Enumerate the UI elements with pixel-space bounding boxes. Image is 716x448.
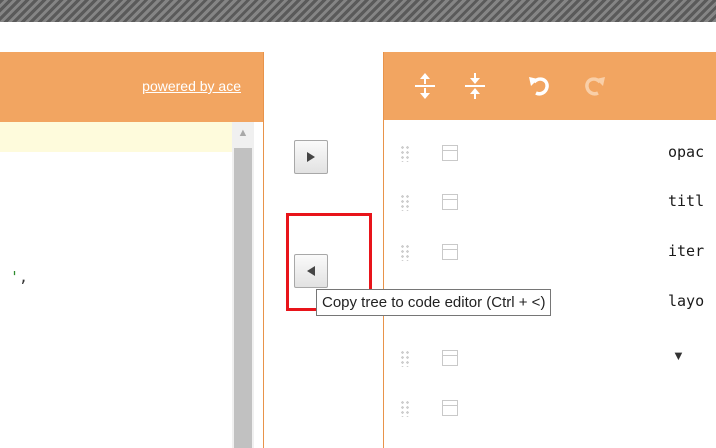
context-menu-icon[interactable] bbox=[442, 145, 458, 161]
context-menu-icon[interactable] bbox=[442, 194, 458, 210]
play-right-icon bbox=[307, 152, 315, 162]
tree-field-name[interactable]: titl bbox=[668, 192, 704, 210]
code-line-fragment: ', bbox=[10, 268, 28, 286]
redo-icon[interactable] bbox=[582, 70, 608, 102]
tree-editor-panel: opac titl iter layo ▼ bbox=[383, 52, 716, 448]
code-editor-body[interactable]: ', ▲ bbox=[0, 122, 264, 448]
undo-icon[interactable] bbox=[526, 70, 552, 102]
copy-code-to-tree-button[interactable] bbox=[294, 140, 328, 174]
context-menu-icon[interactable] bbox=[442, 350, 458, 366]
tree-row[interactable]: opac bbox=[384, 127, 716, 179]
drag-handle-icon[interactable] bbox=[400, 194, 410, 211]
expand-all-icon[interactable] bbox=[412, 70, 438, 102]
play-left-icon bbox=[307, 266, 315, 276]
code-editor-panel: powered by ace ', ▲ bbox=[0, 52, 264, 448]
editor-scrollbar-thumb[interactable] bbox=[234, 148, 252, 448]
powered-by-ace-link[interactable]: powered by ace bbox=[142, 78, 241, 94]
tree-field-name[interactable]: opac bbox=[668, 143, 704, 161]
drag-handle-icon[interactable] bbox=[400, 145, 410, 162]
context-menu-icon[interactable] bbox=[442, 400, 458, 416]
code-comma: , bbox=[19, 268, 29, 286]
tree-field-name[interactable]: layo bbox=[668, 292, 704, 310]
scroll-up-arrow-icon[interactable]: ▲ bbox=[232, 122, 254, 144]
tree-row[interactable]: titl bbox=[384, 176, 716, 228]
copy-tree-to-code-button[interactable] bbox=[294, 254, 328, 288]
tree-field-name[interactable]: iter bbox=[668, 242, 704, 260]
copy-tree-tooltip: Copy tree to code editor (Ctrl + <) bbox=[316, 289, 552, 316]
collapse-all-icon[interactable] bbox=[462, 70, 488, 102]
tree-row[interactable] bbox=[384, 382, 716, 434]
tree-row[interactable]: iter bbox=[384, 226, 716, 278]
drag-handle-icon[interactable] bbox=[400, 244, 410, 261]
context-menu-icon[interactable] bbox=[442, 244, 458, 260]
code-string-quote: ' bbox=[10, 268, 20, 286]
drag-handle-icon[interactable] bbox=[400, 350, 410, 367]
drag-handle-icon[interactable] bbox=[400, 400, 410, 417]
active-line-highlight bbox=[0, 122, 232, 152]
expand-toggle-icon[interactable]: ▼ bbox=[672, 348, 685, 363]
tree-row[interactable]: ▼ bbox=[384, 332, 716, 384]
tree-editor-toolbar bbox=[384, 52, 716, 120]
window-top-stripe bbox=[0, 0, 716, 22]
code-editor-header: powered by ace bbox=[0, 52, 264, 122]
